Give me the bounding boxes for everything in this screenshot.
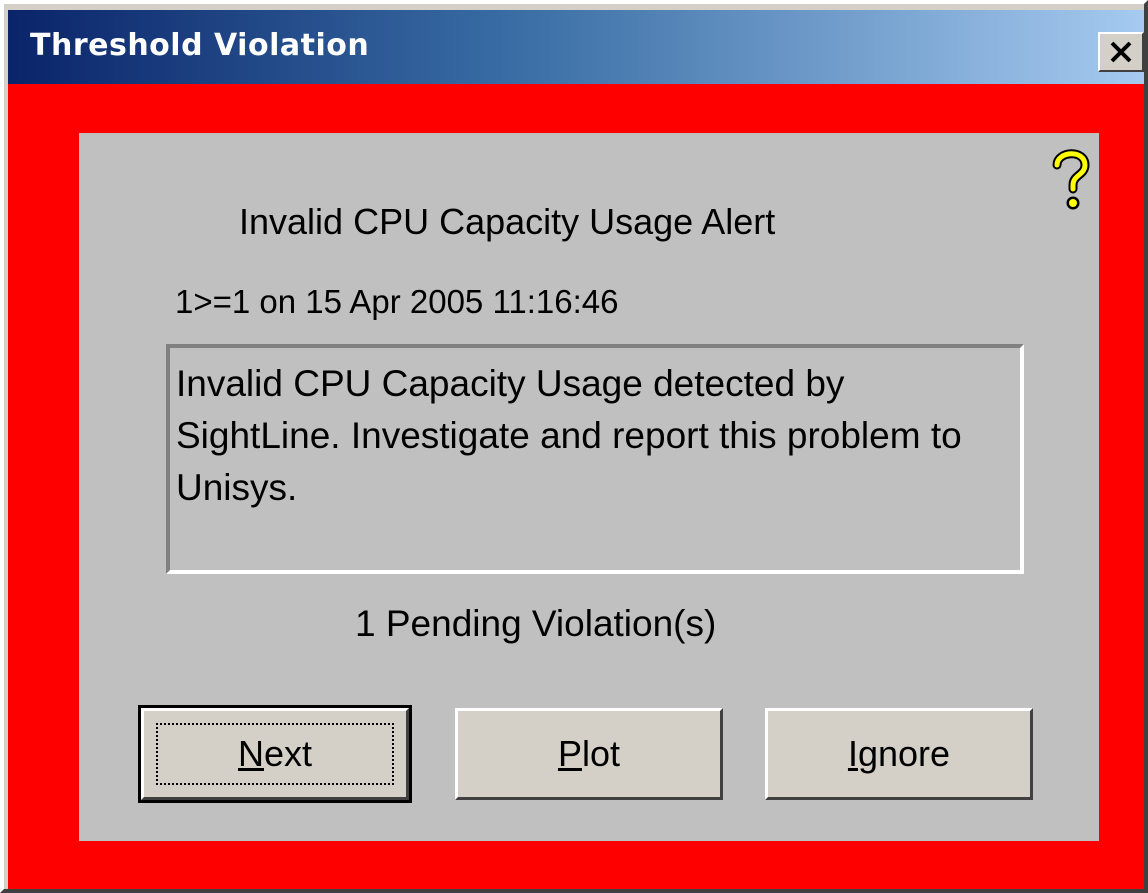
help-question-icon[interactable] [1047,143,1095,215]
close-button[interactable] [1098,32,1144,72]
plot-label-rest: lot [581,733,621,774]
plot-button-label: Plot [558,733,620,775]
close-icon [1110,41,1132,63]
pending-violations-count: 1 Pending Violation(s) [355,603,717,644]
plot-accelerator: P [557,733,582,774]
alert-panel: Invalid CPU Capacity Usage Alert 1>=1 on… [79,133,1099,841]
ignore-button-label: Ignore [848,733,950,775]
alert-background: Invalid CPU Capacity Usage Alert 1>=1 on… [8,84,1144,889]
ignore-label-rest: gnore [857,733,951,774]
window-title: Threshold Violation [30,28,370,63]
alert-condition: 1>=1 on 15 Apr 2005 11:16:46 [175,283,619,320]
next-button[interactable]: Next [138,705,412,803]
focus-rectangle [156,723,394,785]
alert-message-box[interactable]: Invalid CPU Capacity Usage detected by S… [166,344,1024,574]
ignore-accelerator: I [847,733,858,774]
title-bar[interactable]: Threshold Violation [8,10,1144,84]
ignore-button[interactable]: Ignore [765,708,1033,800]
alert-title: Invalid CPU Capacity Usage Alert [239,201,776,242]
plot-button[interactable]: Plot [455,708,723,800]
threshold-violation-dialog: Threshold Violation Invalid CPU Capacity… [0,0,1148,893]
